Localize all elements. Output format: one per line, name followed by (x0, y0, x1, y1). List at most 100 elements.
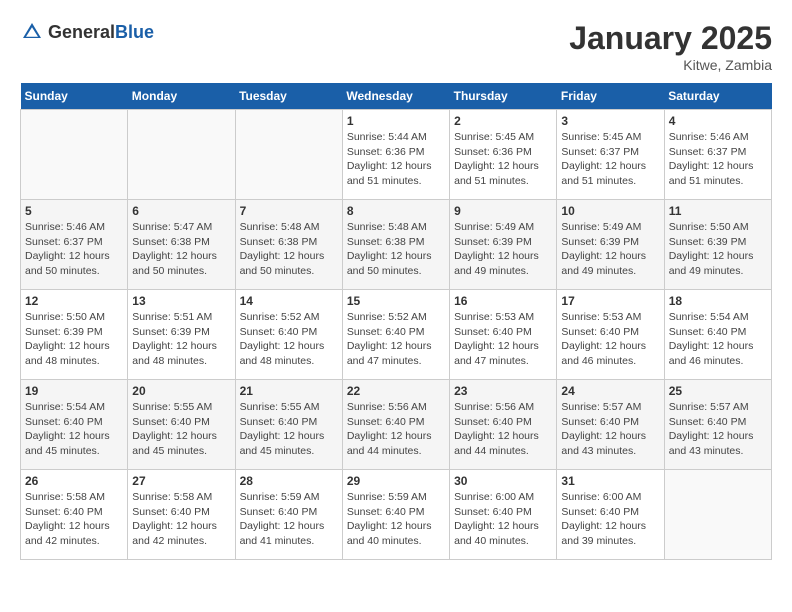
location: Kitwe, Zambia (569, 57, 772, 73)
day-info: Sunrise: 5:44 AMSunset: 6:36 PMDaylight:… (347, 130, 445, 189)
week-row-1: 1 Sunrise: 5:44 AMSunset: 6:36 PMDaylight… (21, 110, 772, 200)
day-number: 17 (561, 294, 659, 308)
calendar-cell: 3Sunrise: 5:45 AMSunset: 6:37 PMDaylight… (557, 110, 664, 200)
day-number: 1 (347, 114, 445, 128)
day-info: Sunrise: 5:58 AMSunset: 6:40 PMDaylight:… (132, 490, 230, 549)
calendar-cell: 17 Sunrise: 5:53 AMSunset: 6:40 PMDayligh… (557, 290, 664, 380)
day-info: Sunrise: 5:46 AMSunset: 6:37 PMDaylight:… (25, 220, 123, 279)
week-row-5: 26Sunrise: 5:58 AMSunset: 6:40 PMDayligh… (21, 470, 772, 560)
calendar: SundayMondayTuesdayWednesdayThursdayFrid… (20, 83, 772, 560)
calendar-cell: 2 Sunrise: 5:45 AMSunset: 6:36 PMDaylight… (450, 110, 557, 200)
day-info: Sunrise: 5:55 AMSunset: 6:40 PMDaylight:… (240, 400, 338, 459)
day-info: Sunrise: 5:53 AMSunset: 6:40 PMDaylight:… (561, 310, 659, 369)
weekday-header-row: SundayMondayTuesdayWednesdayThursdayFrid… (21, 83, 772, 110)
calendar-cell: 26Sunrise: 5:58 AMSunset: 6:40 PMDayligh… (21, 470, 128, 560)
day-info: Sunrise: 5:48 AMSunset: 6:38 PMDaylight:… (240, 220, 338, 279)
day-number: 22 (347, 384, 445, 398)
day-info: Sunrise: 6:00 AMSunset: 6:40 PMDaylight:… (454, 490, 552, 549)
day-number: 2 (454, 114, 552, 128)
day-info: Sunrise: 5:46 AMSunset: 6:37 PMDaylight:… (669, 130, 767, 189)
day-info: Sunrise: 5:55 AMSunset: 6:40 PMDaylight:… (132, 400, 230, 459)
day-number: 12 (25, 294, 123, 308)
calendar-cell: 14Sunrise: 5:52 AMSunset: 6:40 PMDayligh… (235, 290, 342, 380)
week-row-3: 12 Sunrise: 5:50 AMSunset: 6:39 PMDayligh… (21, 290, 772, 380)
day-info: Sunrise: 5:48 AMSunset: 6:38 PMDaylight:… (347, 220, 445, 279)
day-number: 5 (25, 204, 123, 218)
weekday-header-saturday: Saturday (664, 83, 771, 110)
day-info: Sunrise: 5:56 AMSunset: 6:40 PMDaylight:… (347, 400, 445, 459)
day-number: 29 (347, 474, 445, 488)
weekday-header-sunday: Sunday (21, 83, 128, 110)
calendar-cell: 18 Sunrise: 5:54 AMSunset: 6:40 PMDayligh… (664, 290, 771, 380)
calendar-cell: 20 Sunrise: 5:55 AMSunset: 6:40 PMDayligh… (128, 380, 235, 470)
day-number: 11 (669, 204, 767, 218)
day-info: Sunrise: 5:57 AMSunset: 6:40 PMDaylight:… (561, 400, 659, 459)
calendar-cell (128, 110, 235, 200)
calendar-cell: 25 Sunrise: 5:57 AMSunset: 6:40 PMDayligh… (664, 380, 771, 470)
day-number: 9 (454, 204, 552, 218)
calendar-cell: 15 Sunrise: 5:52 AMSunset: 6:40 PMDayligh… (342, 290, 449, 380)
day-info: Sunrise: 5:54 AMSunset: 6:40 PMDaylight:… (25, 400, 123, 459)
calendar-cell: 11 Sunrise: 5:50 AMSunset: 6:39 PMDayligh… (664, 200, 771, 290)
day-info: Sunrise: 5:45 AMSunset: 6:36 PMDaylight:… (454, 130, 552, 189)
day-info: Sunrise: 5:59 AMSunset: 6:40 PMDaylight:… (347, 490, 445, 549)
day-number: 25 (669, 384, 767, 398)
day-info: Sunrise: 5:50 AMSunset: 6:39 PMDaylight:… (25, 310, 123, 369)
day-info: Sunrise: 5:50 AMSunset: 6:39 PMDaylight:… (669, 220, 767, 279)
day-info: Sunrise: 5:56 AMSunset: 6:40 PMDaylight:… (454, 400, 552, 459)
day-info: Sunrise: 5:49 AMSunset: 6:39 PMDaylight:… (561, 220, 659, 279)
day-number: 24 (561, 384, 659, 398)
calendar-cell: 24 Sunrise: 5:57 AMSunset: 6:40 PMDayligh… (557, 380, 664, 470)
day-info: Sunrise: 5:53 AMSunset: 6:40 PMDaylight:… (454, 310, 552, 369)
day-number: 28 (240, 474, 338, 488)
calendar-cell: 31Sunrise: 6:00 AMSunset: 6:40 PMDayligh… (557, 470, 664, 560)
weekday-header-thursday: Thursday (450, 83, 557, 110)
calendar-cell: 28 Sunrise: 5:59 AMSunset: 6:40 PMDayligh… (235, 470, 342, 560)
calendar-cell: 1 Sunrise: 5:44 AMSunset: 6:36 PMDaylight… (342, 110, 449, 200)
day-info: Sunrise: 5:57 AMSunset: 6:40 PMDaylight:… (669, 400, 767, 459)
day-number: 15 (347, 294, 445, 308)
day-number: 23 (454, 384, 552, 398)
day-number: 8 (347, 204, 445, 218)
day-info: Sunrise: 5:49 AMSunset: 6:39 PMDaylight:… (454, 220, 552, 279)
day-number: 18 (669, 294, 767, 308)
calendar-cell: 6 Sunrise: 5:47 AMSunset: 6:38 PMDaylight… (128, 200, 235, 290)
weekday-header-friday: Friday (557, 83, 664, 110)
logo: GeneralBlue (20, 20, 154, 44)
day-info: Sunrise: 5:52 AMSunset: 6:40 PMDaylight:… (347, 310, 445, 369)
calendar-cell: 8 Sunrise: 5:48 AMSunset: 6:38 PMDaylight… (342, 200, 449, 290)
month-title: January 2025 (569, 20, 772, 57)
calendar-cell: 23 Sunrise: 5:56 AMSunset: 6:40 PMDayligh… (450, 380, 557, 470)
day-number: 16 (454, 294, 552, 308)
calendar-cell: 16 Sunrise: 5:53 AMSunset: 6:40 PMDayligh… (450, 290, 557, 380)
day-number: 20 (132, 384, 230, 398)
calendar-cell (664, 470, 771, 560)
day-info: Sunrise: 5:45 AMSunset: 6:37 PMDaylight:… (561, 130, 659, 189)
day-info: Sunrise: 5:59 AMSunset: 6:40 PMDaylight:… (240, 490, 338, 549)
day-info: Sunrise: 5:47 AMSunset: 6:38 PMDaylight:… (132, 220, 230, 279)
day-number: 19 (25, 384, 123, 398)
calendar-cell: 12 Sunrise: 5:50 AMSunset: 6:39 PMDayligh… (21, 290, 128, 380)
day-number: 14 (240, 294, 338, 308)
logo-general: General (48, 22, 115, 42)
calendar-cell: 19 Sunrise: 5:54 AMSunset: 6:40 PMDayligh… (21, 380, 128, 470)
day-number: 7 (240, 204, 338, 218)
day-number: 30 (454, 474, 552, 488)
calendar-cell (21, 110, 128, 200)
calendar-cell: 10 Sunrise: 5:49 AMSunset: 6:39 PMDayligh… (557, 200, 664, 290)
day-info: Sunrise: 6:00 AMSunset: 6:40 PMDaylight:… (561, 490, 659, 549)
day-info: Sunrise: 5:54 AMSunset: 6:40 PMDaylight:… (669, 310, 767, 369)
day-number: 4 (669, 114, 767, 128)
calendar-cell (235, 110, 342, 200)
calendar-cell: 30 Sunrise: 6:00 AMSunset: 6:40 PMDayligh… (450, 470, 557, 560)
weekday-header-wednesday: Wednesday (342, 83, 449, 110)
page-header: GeneralBlue January 2025 Kitwe, Zambia (20, 20, 772, 73)
calendar-cell: 7 Sunrise: 5:48 AMSunset: 6:38 PMDaylight… (235, 200, 342, 290)
day-number: 10 (561, 204, 659, 218)
day-number: 13 (132, 294, 230, 308)
logo-blue: Blue (115, 22, 154, 42)
day-info: Sunrise: 5:51 AMSunset: 6:39 PMDaylight:… (132, 310, 230, 369)
logo-icon (20, 20, 44, 44)
title-block: January 2025 Kitwe, Zambia (569, 20, 772, 73)
day-number: 6 (132, 204, 230, 218)
